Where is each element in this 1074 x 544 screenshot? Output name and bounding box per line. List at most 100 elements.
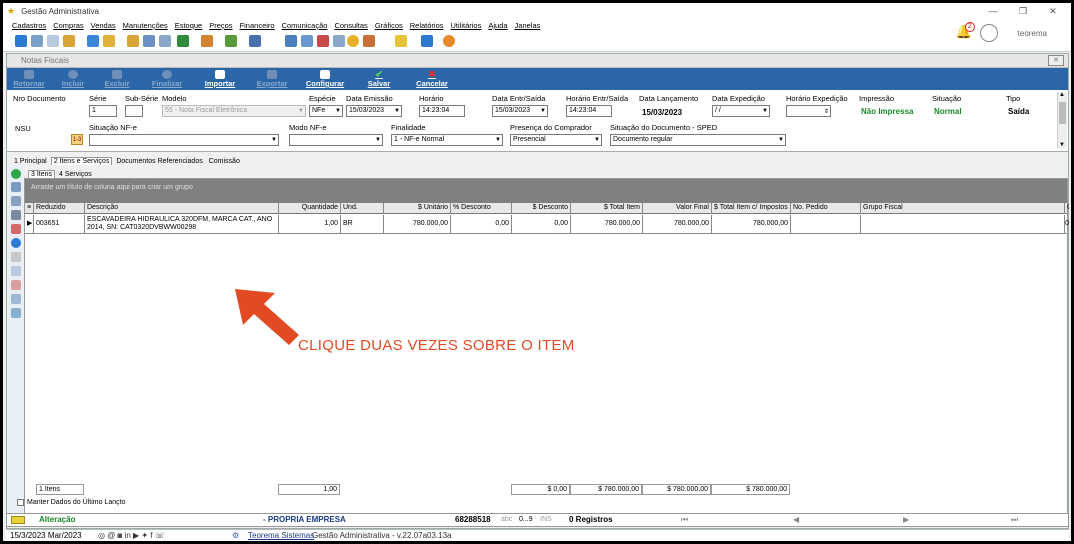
envelope-icon[interactable] — [11, 280, 21, 290]
toolbar-report-icon[interactable] — [143, 35, 155, 47]
link-icon[interactable] — [11, 308, 21, 318]
toolbar-export-icon[interactable] — [63, 35, 75, 47]
grid-icon[interactable] — [11, 294, 21, 304]
cell-quantidade[interactable]: 1,00 — [279, 215, 341, 234]
cell-und[interactable]: BR — [341, 215, 384, 234]
toolbar-cart-icon[interactable] — [177, 35, 189, 47]
col-quantidade[interactable]: Quantidade — [279, 203, 341, 214]
cell-valor-final[interactable]: 780.000,00 — [643, 215, 712, 234]
user-avatar-icon[interactable] — [979, 24, 998, 42]
delete-item-icon[interactable] — [11, 210, 21, 220]
menu-precos[interactable]: Preços — [209, 21, 232, 30]
hora-entr-field[interactable]: 14:23:04 — [566, 105, 612, 117]
retornar-button[interactable]: Retornar — [7, 68, 51, 90]
toolbar-users-icon[interactable] — [31, 35, 43, 47]
menu-ajuda[interactable]: Ajuda — [488, 21, 507, 30]
presenca-select[interactable]: Presencial ▼ — [510, 134, 602, 146]
col-no-pedido[interactable]: No. Pedido — [791, 203, 861, 214]
subserie-field[interactable] — [125, 105, 143, 117]
col-g[interactable]: G — [1065, 203, 1069, 214]
importar-button[interactable]: Importar — [195, 68, 245, 90]
cancelar-button[interactable]: ✖ Cancelar — [407, 68, 457, 90]
toolbar-print-icon[interactable] — [249, 35, 261, 47]
tab-itens-servicos[interactable]: 2 Itens e Serviços — [50, 157, 113, 165]
add-item-icon[interactable] — [11, 169, 21, 179]
incluir-button[interactable]: Incluir — [51, 68, 95, 90]
cell-total-item[interactable]: 780.000,00 — [571, 215, 643, 234]
menu-utilitarios[interactable]: Utilitários — [451, 21, 482, 30]
salvar-button[interactable]: ✔ Salvar — [351, 68, 407, 90]
toolbar-list-icon[interactable] — [47, 35, 59, 47]
col-desconto[interactable]: $ Desconto — [512, 203, 571, 214]
info-icon[interactable] — [11, 238, 21, 248]
col-und[interactable]: Und. — [341, 203, 384, 214]
toolbar-doc-icon[interactable] — [87, 35, 99, 47]
spinner-icon[interactable]: ⇕ — [824, 108, 829, 115]
cell-descricao[interactable]: ESCAVADEIRA HIDRAULICA 320DFM, MARCA CAT… — [85, 215, 279, 234]
form-scrollbar[interactable]: ▲ ▼ — [1057, 92, 1067, 148]
col-reduzido[interactable]: Reduzido — [34, 203, 85, 214]
finalizar-button[interactable]: Finalizar — [139, 68, 195, 90]
data-exp-field[interactable]: / / ▼ — [712, 105, 770, 117]
prev-record-icon[interactable]: ◀ — [793, 514, 799, 526]
excluir-button[interactable]: Excluir — [95, 68, 139, 90]
menu-consultas[interactable]: Consultas — [334, 21, 367, 30]
menu-relatorios[interactable]: Relatórios — [410, 21, 444, 30]
tab-documentos-referenciados[interactable]: Documentos Referenciados — [114, 158, 204, 165]
col-total-impostos[interactable]: $ Total Item c/ Impostos — [712, 203, 791, 214]
col-descricao[interactable]: Descrição — [85, 203, 279, 214]
social-icons[interactable]: ◎ @ ◙ in ▶ ✦ f ☏ — [98, 530, 165, 541]
cell-total-impostos[interactable]: 780.000,00 — [712, 215, 791, 234]
brand-link[interactable]: Teorema Sistemas — [248, 530, 314, 541]
scroll-thumb[interactable] — [1059, 102, 1066, 124]
restore-button[interactable]: ❐ — [1009, 3, 1037, 19]
serie-field[interactable]: 1 — [89, 105, 117, 117]
notification-bell-icon[interactable]: 🔔 2 — [956, 22, 975, 42]
cancel-item-icon[interactable] — [11, 224, 21, 234]
menu-compras[interactable]: Compras — [53, 21, 83, 30]
document-icon[interactable] — [11, 266, 21, 276]
tab-itens[interactable]: 3 Itens — [28, 170, 56, 178]
cell-pct-desconto[interactable]: 0,00 — [451, 215, 512, 234]
menu-financeiro[interactable]: Financeiro — [240, 21, 275, 30]
menu-janelas[interactable]: Janelas — [515, 21, 541, 30]
toolbar-calendar-icon[interactable] — [317, 35, 329, 47]
col-grupo-fiscal[interactable]: Grupo Fiscal — [861, 203, 1065, 214]
cell-unitario[interactable]: 780.000,00 — [384, 215, 451, 234]
col-total-item[interactable]: $ Total Item — [571, 203, 643, 214]
toolbar-bank-icon[interactable] — [333, 35, 345, 47]
data-entr-field[interactable]: 15/03/2023 ▼ — [492, 105, 548, 117]
toolbar-monitor-icon[interactable] — [421, 35, 433, 47]
cell-no-pedido[interactable] — [791, 215, 861, 234]
scroll-up-icon[interactable]: ▲ — [1059, 92, 1065, 98]
child-close-button[interactable]: ✕ — [1048, 55, 1064, 66]
toolbar-box-icon[interactable] — [201, 35, 213, 47]
finalidade-select[interactable]: 1 - NF-e Normal ▼ — [391, 134, 503, 146]
cell-g[interactable]: 0 — [1065, 215, 1069, 234]
toolbar-grid-icon[interactable] — [301, 35, 313, 47]
cell-grupo-fiscal[interactable] — [861, 215, 1065, 234]
toolbar-person-icon[interactable] — [127, 35, 139, 47]
especie-select[interactable]: NFe ▼ — [309, 105, 343, 117]
menu-cadastros[interactable]: Cadastros — [12, 21, 46, 30]
toolbar-folder-icon[interactable] — [103, 35, 115, 47]
exportar-button[interactable]: Exportar — [245, 68, 299, 90]
tab-principal[interactable]: 1 Principal — [12, 158, 49, 165]
grid-menu-icon[interactable]: ≡ — [25, 203, 34, 214]
tools-icon[interactable] — [11, 252, 21, 262]
modelo-select[interactable]: 55 - Nota Fiscal Eletrônica ▼ — [162, 105, 306, 117]
col-unitario[interactable]: $ Unitário — [384, 203, 451, 214]
nsu-lookup-icon[interactable]: 1-3 — [71, 134, 83, 145]
col-valor-final[interactable]: Valor Final — [643, 203, 712, 214]
minimize-button[interactable]: — — [979, 3, 1007, 19]
configurar-button[interactable]: Configurar — [299, 68, 351, 90]
toolbar-clients-icon[interactable] — [15, 35, 27, 47]
scroll-down-icon[interactable]: ▼ — [1059, 142, 1065, 148]
horario-field[interactable]: 14:23:04 — [419, 105, 465, 117]
group-by-area[interactable]: Arraste um título de coluna aqui para cr… — [25, 179, 1067, 203]
toolbar-coin-icon[interactable] — [347, 35, 359, 47]
tab-servicos[interactable]: 4 Serviços — [57, 171, 94, 178]
hora-exp-field[interactable]: ⇕ — [786, 105, 831, 117]
table-row[interactable]: ▶ 003651 ESCAVADEIRA HIDRAULICA 320DFM, … — [25, 215, 1069, 234]
modo-select[interactable]: ▼ — [289, 134, 383, 146]
